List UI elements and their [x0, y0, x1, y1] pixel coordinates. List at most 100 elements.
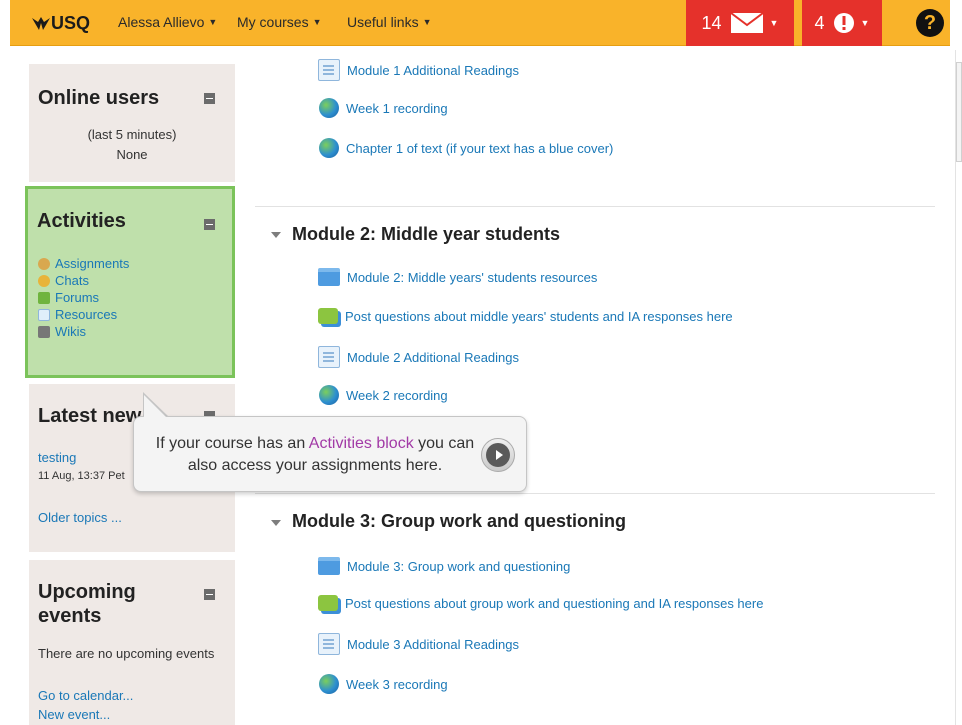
resource-label: Post questions about middle years' stude… — [345, 308, 733, 324]
forum-icon — [38, 291, 50, 304]
online-users-subtitle: (last 5 minutes) — [87, 127, 177, 142]
my-courses-label: My courses — [237, 14, 309, 30]
module1-readings-link[interactable]: Module 1 Additional Readings — [318, 59, 519, 81]
chapter1-link[interactable]: Chapter 1 of text (if your text has a bl… — [318, 138, 613, 158]
module2-readings-link[interactable]: Module 2 Additional Readings — [318, 346, 519, 368]
new-event-link[interactable]: New event... — [38, 707, 110, 722]
activities-block: Activities Assignments Chats Forums Reso… — [25, 186, 235, 378]
folder-icon — [318, 268, 340, 286]
resource-icon — [38, 308, 50, 321]
user-menu[interactable]: Alessa Allievo ▼ — [118, 14, 217, 30]
week3-recording-link[interactable]: Week 3 recording — [318, 674, 448, 694]
resource-label: Week 1 recording — [346, 100, 448, 116]
url-globe-icon — [319, 98, 339, 118]
tooltip-text-before: If your course has an — [155, 435, 309, 452]
resource-label: Module 3: Group work and questioning — [347, 558, 571, 574]
assignment-icon — [38, 257, 50, 270]
collapse-icon[interactable] — [204, 589, 215, 600]
resource-label: Module 1 Additional Readings — [347, 62, 520, 78]
module3-forum-link[interactable]: Post questions about group work and ques… — [318, 595, 763, 611]
caret-down-icon: ▼ — [208, 17, 218, 27]
online-users-block: Online users (last 5 minutes) None — [29, 64, 235, 182]
module3-resources-link[interactable]: Module 3: Group work and questioning — [318, 557, 570, 575]
module3-readings-link[interactable]: Module 3 Additional Readings — [318, 633, 519, 655]
latest-news-title: Latest new — [38, 405, 142, 427]
alert-icon — [833, 13, 854, 33]
collapse-icon[interactable] — [204, 219, 215, 230]
play-arrow-icon — [486, 443, 510, 467]
wing-logo-icon — [32, 16, 50, 30]
news-item-link[interactable]: testing — [38, 450, 76, 465]
upcoming-events-title-line1: Upcoming — [38, 581, 136, 603]
page-icon — [318, 633, 340, 655]
user-menu-label: Alessa Allievo — [118, 14, 205, 30]
activity-assignments[interactable]: Assignments — [38, 255, 129, 272]
section-divider — [255, 206, 935, 207]
week1-recording-link[interactable]: Week 1 recording — [318, 98, 448, 118]
help-icon[interactable]: ? — [916, 9, 944, 37]
online-users-value: None — [116, 147, 148, 162]
chat-icon — [38, 274, 50, 287]
useful-links-menu[interactable]: Useful links ▼ — [347, 14, 432, 30]
usq-logo[interactable]: USQ — [32, 13, 90, 34]
collapse-icon[interactable] — [204, 93, 215, 104]
caret-down-icon: ▼ — [860, 18, 870, 28]
tooltip-next-button[interactable] — [481, 438, 515, 472]
activities-list: Assignments Chats Forums Resources Wikis — [38, 255, 129, 340]
activity-wikis[interactable]: Wikis — [38, 323, 129, 340]
activity-label: Assignments — [55, 256, 130, 271]
logo-text: USQ — [51, 13, 91, 33]
folder-icon — [318, 557, 340, 575]
caret-down-icon: ▼ — [769, 18, 779, 28]
no-events-text: There are no upcoming events — [38, 646, 215, 661]
resource-label: Module 2: Middle years' students resourc… — [347, 269, 598, 285]
guide-tooltip: If your course has an Activities block y… — [133, 416, 527, 492]
tooltip-pointer-fill — [144, 395, 167, 418]
caret-down-icon: ▼ — [312, 17, 322, 27]
resource-label: Post questions about group work and ques… — [345, 595, 764, 611]
module2-forum-link[interactable]: Post questions about middle years' stude… — [318, 308, 733, 324]
collapse-triangle-icon[interactable] — [271, 520, 281, 526]
section-divider — [255, 493, 935, 494]
activity-resources[interactable]: Resources — [38, 306, 129, 323]
scrollbar-thumb[interactable] — [956, 62, 962, 162]
go-to-calendar-link[interactable]: Go to calendar... — [38, 688, 133, 703]
week2-recording-link[interactable]: Week 2 recording — [318, 385, 448, 405]
older-topics-link[interactable]: Older topics ... — [38, 510, 122, 525]
tooltip-highlight: Activities block — [308, 435, 414, 452]
messages-count: 14 — [701, 12, 722, 33]
upcoming-events-block: Upcoming events There are no upcoming ev… — [29, 560, 235, 725]
activities-title: Activities — [37, 210, 126, 232]
forum-icon — [318, 595, 338, 611]
resource-label: Module 3 Additional Readings — [347, 636, 520, 652]
module3-title: Module 3: Group work and questioning — [292, 511, 626, 531]
resource-label: Module 2 Additional Readings — [347, 349, 520, 365]
module2-resources-link[interactable]: Module 2: Middle years' students resourc… — [318, 268, 597, 286]
useful-links-label: Useful links — [347, 14, 419, 30]
url-globe-icon — [319, 385, 339, 405]
resource-label: Chapter 1 of text (if your text has a bl… — [346, 140, 614, 156]
activity-forums[interactable]: Forums — [38, 289, 129, 306]
activity-label: Wikis — [55, 324, 87, 339]
collapse-triangle-icon[interactable] — [271, 232, 281, 238]
module2-title: Module 2: Middle year students — [292, 224, 561, 244]
caret-down-icon: ▼ — [422, 17, 432, 27]
news-item-meta: 11 Aug, 13:37 Pet — [38, 470, 125, 482]
resource-label: Week 3 recording — [346, 676, 448, 692]
page-icon — [318, 59, 340, 81]
activity-label: Forums — [55, 290, 100, 305]
forum-icon — [318, 308, 338, 324]
messages-button[interactable]: 14 ▼ — [686, 0, 794, 46]
online-users-title: Online users — [38, 87, 160, 109]
alerts-button[interactable]: 4 ▼ — [802, 0, 882, 46]
upcoming-events-title-line2: events — [38, 605, 102, 627]
top-navbar: USQ Alessa Allievo ▼ My courses ▼ Useful l… — [0, 0, 962, 50]
url-globe-icon — [319, 138, 339, 158]
tooltip-text: If your course has an Activities block y… — [150, 433, 480, 477]
activity-label: Chats — [55, 273, 89, 288]
activity-label: Resources — [55, 307, 118, 322]
activity-chats[interactable]: Chats — [38, 272, 129, 289]
alerts-count: 4 — [814, 12, 825, 33]
url-globe-icon — [319, 674, 339, 694]
my-courses-menu[interactable]: My courses ▼ — [237, 14, 322, 30]
